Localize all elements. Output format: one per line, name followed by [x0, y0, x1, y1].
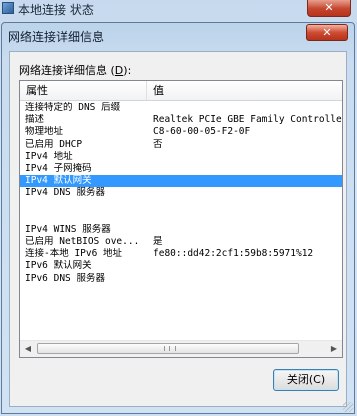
- background-close-button[interactable]: ✕: [307, 0, 351, 17]
- table-row[interactable]: 连接特定的 DNS 后缀: [20, 102, 342, 114]
- table-row[interactable]: 连接-本地 IPv6 地址 fe80::dd42:2cf1:59b8:5971%1…: [20, 248, 342, 260]
- table-row[interactable]: [20, 212, 342, 224]
- row-property: 已启用 NetBIOS ove...: [25, 236, 140, 248]
- horizontal-scrollbar[interactable]: ◀ ▶: [20, 340, 342, 357]
- row-property: 已启用 DHCP: [25, 138, 83, 150]
- table-row[interactable]: IPv4 默认网关: [20, 175, 342, 188]
- table-row[interactable]: IPv4 WINS 服务器: [20, 224, 342, 236]
- scroll-right-arrow-icon[interactable]: ▶: [326, 341, 342, 357]
- row-property: IPv4 地址: [25, 150, 73, 162]
- column-header-property[interactable]: 属性: [20, 81, 147, 100]
- row-property: IPv4 DNS 服务器: [25, 187, 105, 199]
- resize-grip-icon[interactable]: [343, 402, 353, 412]
- table-row[interactable]: IPv6 DNS 服务器: [20, 273, 342, 285]
- scrollbar-thumb[interactable]: [37, 343, 299, 354]
- close-icon[interactable]: ✕: [306, 24, 348, 41]
- network-details-dialog: 网络连接详细信息 ✕ 网络连接详细信息 (D): 属性 值 连接特定的 DNS …: [1, 22, 355, 414]
- row-value: 否: [153, 138, 163, 150]
- row-value: 是: [153, 236, 163, 248]
- list-rows: 连接特定的 DNS 后缀 描述 Realtek PCIe GBE Family Co…: [20, 102, 342, 285]
- row-property: 连接-本地 IPv6 地址: [25, 248, 123, 260]
- table-row[interactable]: 描述 Realtek PCIe GBE Family Controlle: [20, 114, 342, 126]
- details-listview[interactable]: 属性 值 连接特定的 DNS 后缀 描述 Realtek PCIe GBE Fami…: [19, 80, 343, 358]
- table-row[interactable]: IPv4 子网掩码: [20, 163, 342, 175]
- table-row[interactable]: 已启用 DHCP 否: [20, 139, 342, 151]
- scrollbar-grip-icon: [164, 346, 176, 351]
- row-property: 连接特定的 DNS 后缀: [25, 102, 121, 113]
- row-property: IPv4 WINS 服务器: [25, 223, 111, 235]
- background-titlebar: 本地连接 状态 ✕: [0, 0, 357, 18]
- app-icon: [2, 2, 14, 14]
- list-header: 属性 值: [20, 81, 342, 101]
- caption-accesskey: D: [114, 64, 124, 77]
- row-property: IPv6 DNS 服务器: [25, 272, 105, 284]
- table-row[interactable]: [20, 200, 342, 212]
- table-row[interactable]: 已启用 NetBIOS ove... 是: [20, 236, 342, 248]
- column-header-value[interactable]: 值: [147, 81, 342, 100]
- row-property: IPv4 子网掩码: [25, 162, 92, 174]
- row-property: IPv6 默认网关: [25, 260, 92, 272]
- row-value: Realtek PCIe GBE Family Controlle: [153, 114, 342, 126]
- close-button[interactable]: 关闭(C): [273, 369, 339, 391]
- background-window-title: 本地连接 状态: [18, 3, 94, 17]
- row-property: 描述: [25, 114, 45, 126]
- table-row[interactable]: IPv4 DNS 服务器: [20, 187, 342, 199]
- table-row[interactable]: IPv4 地址: [20, 151, 342, 163]
- row-property: IPv4 默认网关: [25, 175, 92, 187]
- dialog-content: 网络连接详细信息 (D): 属性 值 连接特定的 DNS 后缀 描述 Realtek…: [9, 51, 347, 407]
- table-row[interactable]: 物理地址 C8-60-00-05-F2-0F: [20, 126, 342, 138]
- row-value: fe80::dd42:2cf1:59b8:5971%12: [153, 248, 314, 260]
- scroll-left-arrow-icon[interactable]: ◀: [20, 341, 36, 357]
- row-property: 物理地址: [25, 126, 64, 138]
- row-value: C8-60-00-05-F2-0F: [153, 126, 251, 138]
- dialog-title: 网络连接详细信息: [8, 30, 105, 44]
- table-row[interactable]: IPv6 默认网关: [20, 260, 342, 272]
- details-caption: 网络连接详细信息 (D):: [19, 64, 132, 77]
